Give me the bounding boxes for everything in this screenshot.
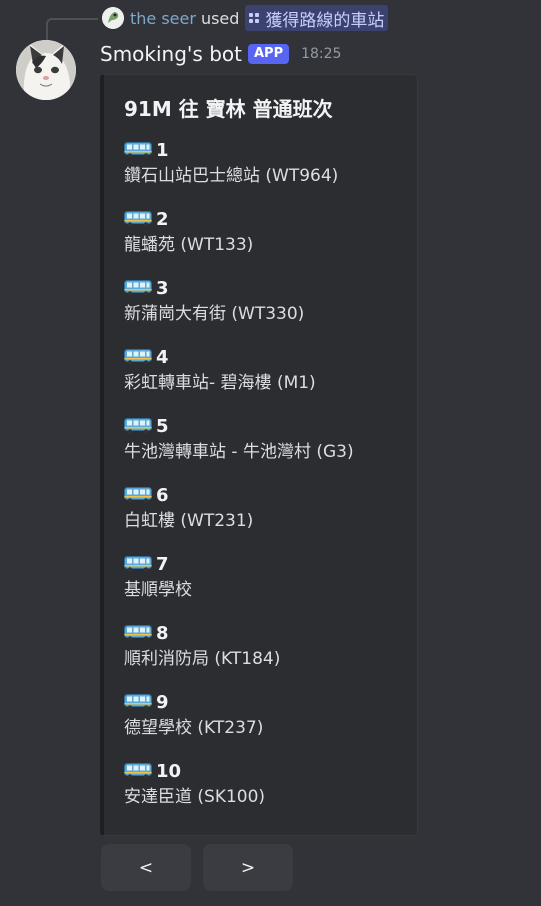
stop-name: 安達臣道 (SK100) bbox=[124, 787, 266, 807]
discord-message-view: the seer used 獲得路線的車站 Smoking's bot APP … bbox=[0, 0, 541, 906]
stop-name: 基順學校 bbox=[124, 580, 192, 600]
embed-title: 91M 往 寶林 普通班次 bbox=[124, 97, 333, 121]
stop-number-line: 6 bbox=[124, 482, 414, 508]
message-timestamp[interactable]: 18:25 bbox=[301, 46, 341, 62]
command-name: 獲得路線的車站 bbox=[265, 10, 385, 31]
bus-icon bbox=[124, 763, 152, 779]
bus-icon bbox=[124, 211, 152, 227]
bot-avatar[interactable] bbox=[16, 40, 76, 100]
route-embed: 91M 往 寶林 普通班次 1 鑽石山站巴士總站 (WT964) 2 龍蟠苑 (WT1… bbox=[100, 74, 418, 836]
stop-number: 6 bbox=[156, 484, 169, 506]
stop-name: 彩虹轉車站- 碧海樓 (M1) bbox=[124, 373, 316, 393]
used-label: used bbox=[200, 8, 240, 28]
bus-icon bbox=[124, 418, 152, 434]
stop-name: 牛池灣轉車站 - 牛池灣村 (G3) bbox=[124, 442, 354, 462]
stop-number: 2 bbox=[156, 208, 169, 230]
stop-number: 8 bbox=[156, 622, 169, 644]
stop-item: 6 白虹樓 (WT231) bbox=[124, 482, 414, 551]
command-chip[interactable]: 獲得路線的車站 bbox=[245, 5, 389, 31]
bot-name[interactable]: Smoking's bot bbox=[100, 42, 242, 66]
bus-icon bbox=[124, 280, 152, 296]
stop-number: 10 bbox=[156, 760, 182, 782]
cat-avatar-icon bbox=[16, 40, 76, 100]
stop-number-line: 2 bbox=[124, 206, 414, 232]
stop-number: 9 bbox=[156, 691, 169, 713]
stop-item: 2 龍蟠苑 (WT133) bbox=[124, 206, 414, 275]
stop-number: 1 bbox=[156, 139, 169, 161]
app-badge: APP bbox=[247, 44, 290, 64]
stop-number-line: 1 bbox=[124, 137, 414, 163]
stop-name: 新蒲崗大有街 (WT330) bbox=[124, 304, 305, 324]
bus-icon bbox=[124, 556, 152, 572]
stop-item: 5 牛池灣轉車站 - 牛池灣村 (G3) bbox=[124, 413, 414, 482]
bus-icon bbox=[124, 694, 152, 710]
stop-number: 7 bbox=[156, 553, 169, 575]
bus-icon bbox=[124, 487, 152, 503]
stop-name: 德望學校 (KT237) bbox=[124, 718, 264, 738]
next-page-button[interactable]: > bbox=[203, 844, 293, 891]
stop-name: 順利消防局 (KT184) bbox=[124, 649, 281, 669]
stop-number-line: 3 bbox=[124, 275, 414, 301]
stop-list: 1 鑽石山站巴士總站 (WT964) 2 龍蟠苑 (WT133) 3 新蒲崗大有街 (WT… bbox=[124, 137, 414, 827]
stop-number-line: 8 bbox=[124, 620, 414, 646]
invoker-username[interactable]: the seer bbox=[130, 9, 196, 28]
app-command-icon bbox=[249, 13, 260, 23]
command-invocation-line: the seer used 獲得路線的車站 bbox=[102, 5, 389, 31]
bus-icon bbox=[124, 142, 152, 158]
stop-name: 白虹樓 (WT231) bbox=[124, 511, 254, 531]
stop-item: 8 順利消防局 (KT184) bbox=[124, 620, 414, 689]
stop-name: 龍蟠苑 (WT133) bbox=[124, 235, 254, 255]
bus-icon bbox=[124, 349, 152, 365]
stop-number: 3 bbox=[156, 277, 169, 299]
stop-item: 3 新蒲崗大有街 (WT330) bbox=[124, 275, 414, 344]
stop-item: 9 德望學校 (KT237) bbox=[124, 689, 414, 758]
stop-item: 1 鑽石山站巴士總站 (WT964) bbox=[124, 137, 414, 206]
reply-spine bbox=[46, 18, 98, 40]
stop-item: 10 安達臣道 (SK100) bbox=[124, 758, 414, 827]
stop-item: 7 基順學校 bbox=[124, 551, 414, 620]
stop-number-line: 9 bbox=[124, 689, 414, 715]
message-header: Smoking's bot APP 18:25 bbox=[100, 40, 341, 68]
bus-icon bbox=[124, 625, 152, 641]
invoker-avatar-icon[interactable] bbox=[102, 7, 124, 29]
previous-page-button[interactable]: < bbox=[101, 844, 191, 891]
stop-number-line: 5 bbox=[124, 413, 414, 439]
stop-number-line: 10 bbox=[124, 758, 414, 784]
stop-name: 鑽石山站巴士總站 (WT964) bbox=[124, 166, 339, 186]
stop-number-line: 7 bbox=[124, 551, 414, 577]
stop-number: 5 bbox=[156, 415, 169, 437]
stop-number: 4 bbox=[156, 346, 169, 368]
stop-number-line: 4 bbox=[124, 344, 414, 370]
stop-item: 4 彩虹轉車站- 碧海樓 (M1) bbox=[124, 344, 414, 413]
